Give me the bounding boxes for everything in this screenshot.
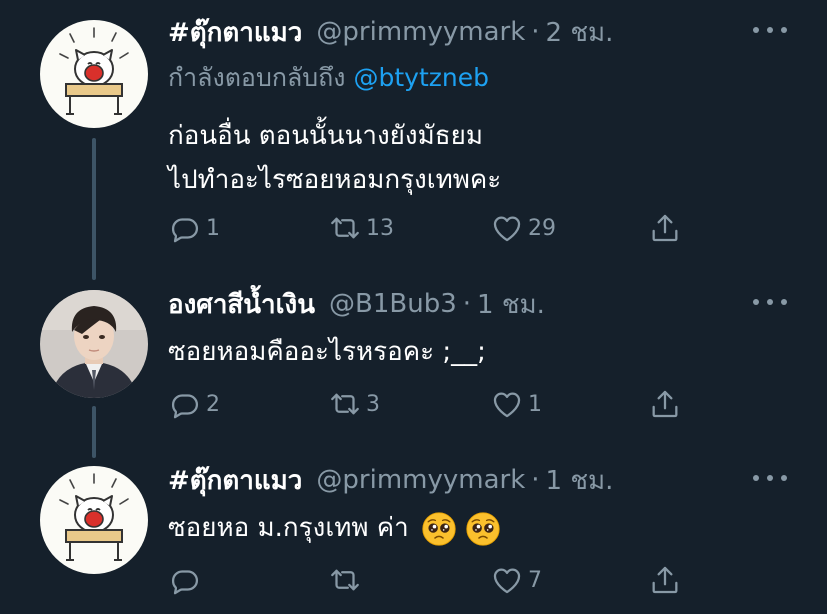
tweet-actions: 7 [168,560,698,600]
reply-button[interactable] [168,560,206,600]
profile-photo-image [40,290,148,398]
tweet-actions: 1 13 29 [168,208,698,248]
share-button[interactable] [648,208,682,248]
reply-button[interactable]: 2 [168,384,220,424]
cat-doodle-avatar-image [40,20,148,128]
more-icon[interactable] [753,18,787,42]
timestamp[interactable]: 1 ชม. [477,284,545,325]
tweet-text-content: ซอยหอ ม.กรุงเทพ ค่า [168,513,409,543]
display-name[interactable]: #ตุ๊กตาแมว [168,460,302,501]
display-name[interactable]: องศาสีน้ำเงิน [168,284,315,325]
retweet-icon [328,387,362,421]
tweet-text-line: ซอยหอ ม.กรุงเทพ ค่า [168,506,501,550]
share-icon [648,563,682,597]
cat-doodle-avatar-image [40,466,148,574]
tweet[interactable]: #ตุ๊กตาแมว @primmyymark · 2 ชม. กำลังตอบ… [0,12,827,262]
share-button[interactable] [648,560,682,600]
tweet-text: ซอยหอ ม.กรุงเทพ ค่า [168,506,501,550]
like-count: 29 [528,215,556,241]
mention-link[interactable]: @btytzneb [354,63,490,92]
like-button[interactable]: 29 [490,208,556,248]
more-icon[interactable] [753,290,787,314]
tweet-text-line: ซอยหอมคืออะไรหรอคะ ;__; [168,337,486,367]
like-icon [490,563,524,597]
reply-button[interactable]: 1 [168,208,220,248]
tweet-actions: 2 3 1 [168,384,698,424]
share-button[interactable] [648,384,682,424]
share-icon [648,387,682,421]
tweet-header: #ตุ๊กตาแมว @primmyymark · 2 ชม. [168,12,613,52]
more-icon[interactable] [753,466,787,490]
tweet-text-line: ไปทำอะไรซอยหอมกรุงเทพคะ [168,165,502,195]
timestamp[interactable]: 1 ชม. [546,460,614,501]
avatar[interactable] [40,20,148,128]
reply-label: กำลังตอบกลับถึง [168,63,346,92]
pleading-face-emoji [421,511,457,547]
retweet-button[interactable]: 3 [328,384,380,424]
like-count: 1 [528,391,542,417]
reply-icon [168,387,202,421]
like-button[interactable]: 1 [490,384,542,424]
timestamp[interactable]: 2 ชม. [546,12,614,53]
reply-icon [168,211,202,245]
reply-icon [168,563,202,597]
like-count: 7 [528,567,542,593]
retweet-icon [328,211,362,245]
tweet-text: ซอยหอมคืออะไรหรอคะ ;__; [168,330,486,374]
tweet-header: องศาสีน้ำเงิน @B1Bub3 · 1 ชม. [168,284,545,324]
retweet-count: 3 [366,391,380,417]
retweet-count: 13 [366,215,394,241]
retweet-button[interactable] [328,560,366,600]
tweet[interactable]: #ตุ๊กตาแมว @primmyymark · 1 ชม. ซอยหอ ม.… [0,460,827,610]
separator-dot: · [531,17,540,47]
like-icon [490,387,524,421]
user-handle[interactable]: @B1Bub3 [329,289,457,319]
avatar[interactable] [40,290,148,398]
user-handle[interactable]: @primmyymark [316,17,525,47]
separator-dot: · [462,289,472,319]
tweet[interactable]: องศาสีน้ำเงิน @B1Bub3 · 1 ชม. ซอยหอมคืออ… [0,284,827,434]
retweet-icon [328,563,362,597]
display-name[interactable]: #ตุ๊กตาแมว [168,12,302,53]
avatar[interactable] [40,466,148,574]
reply-context: กำลังตอบกลับถึง @btytzneb [168,58,489,98]
separator-dot: · [531,465,540,495]
share-icon [648,211,682,245]
like-icon [490,211,524,245]
tweet-text: ก่อนอื่น ตอนนั้นนางยังมัธยม ไปทำอะไรซอยห… [168,114,501,202]
retweet-button[interactable]: 13 [328,208,394,248]
reply-count: 2 [206,391,220,417]
pleading-face-emoji [465,511,501,547]
tweet-text-line: ก่อนอื่น ตอนนั้นนางยังมัธยม [168,121,483,151]
user-handle[interactable]: @primmyymark [316,465,525,495]
reply-count: 1 [206,215,220,241]
tweet-header: #ตุ๊กตาแมว @primmyymark · 1 ชม. [168,460,613,500]
like-button[interactable]: 7 [490,560,542,600]
